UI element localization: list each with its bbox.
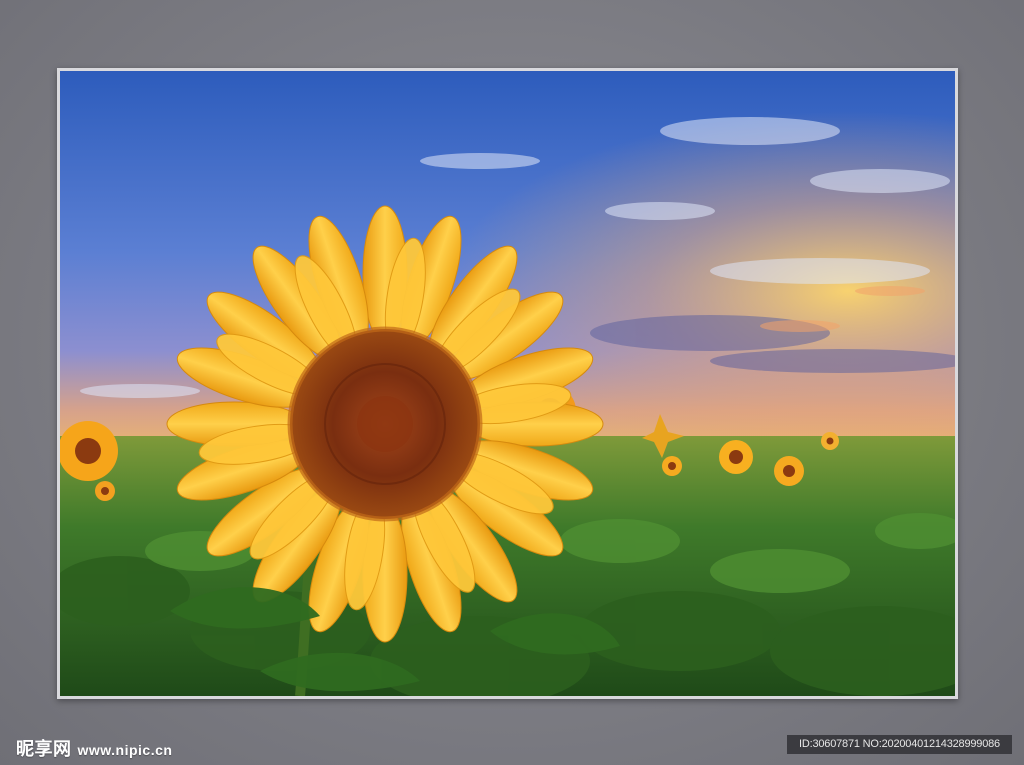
- sunflower-photo: [60, 71, 955, 696]
- image-id-label: ID:30607871 NO:20200401214328999086: [787, 735, 1012, 754]
- sunflower-field-image: [60, 71, 955, 696]
- logo-text-cn: 昵享网: [16, 739, 72, 760]
- picture-frame: [57, 68, 958, 699]
- logo-url: www.nipic.cn: [77, 742, 173, 758]
- nipic-watermark-logo: 昵享网 www.nipic.cn: [16, 735, 172, 761]
